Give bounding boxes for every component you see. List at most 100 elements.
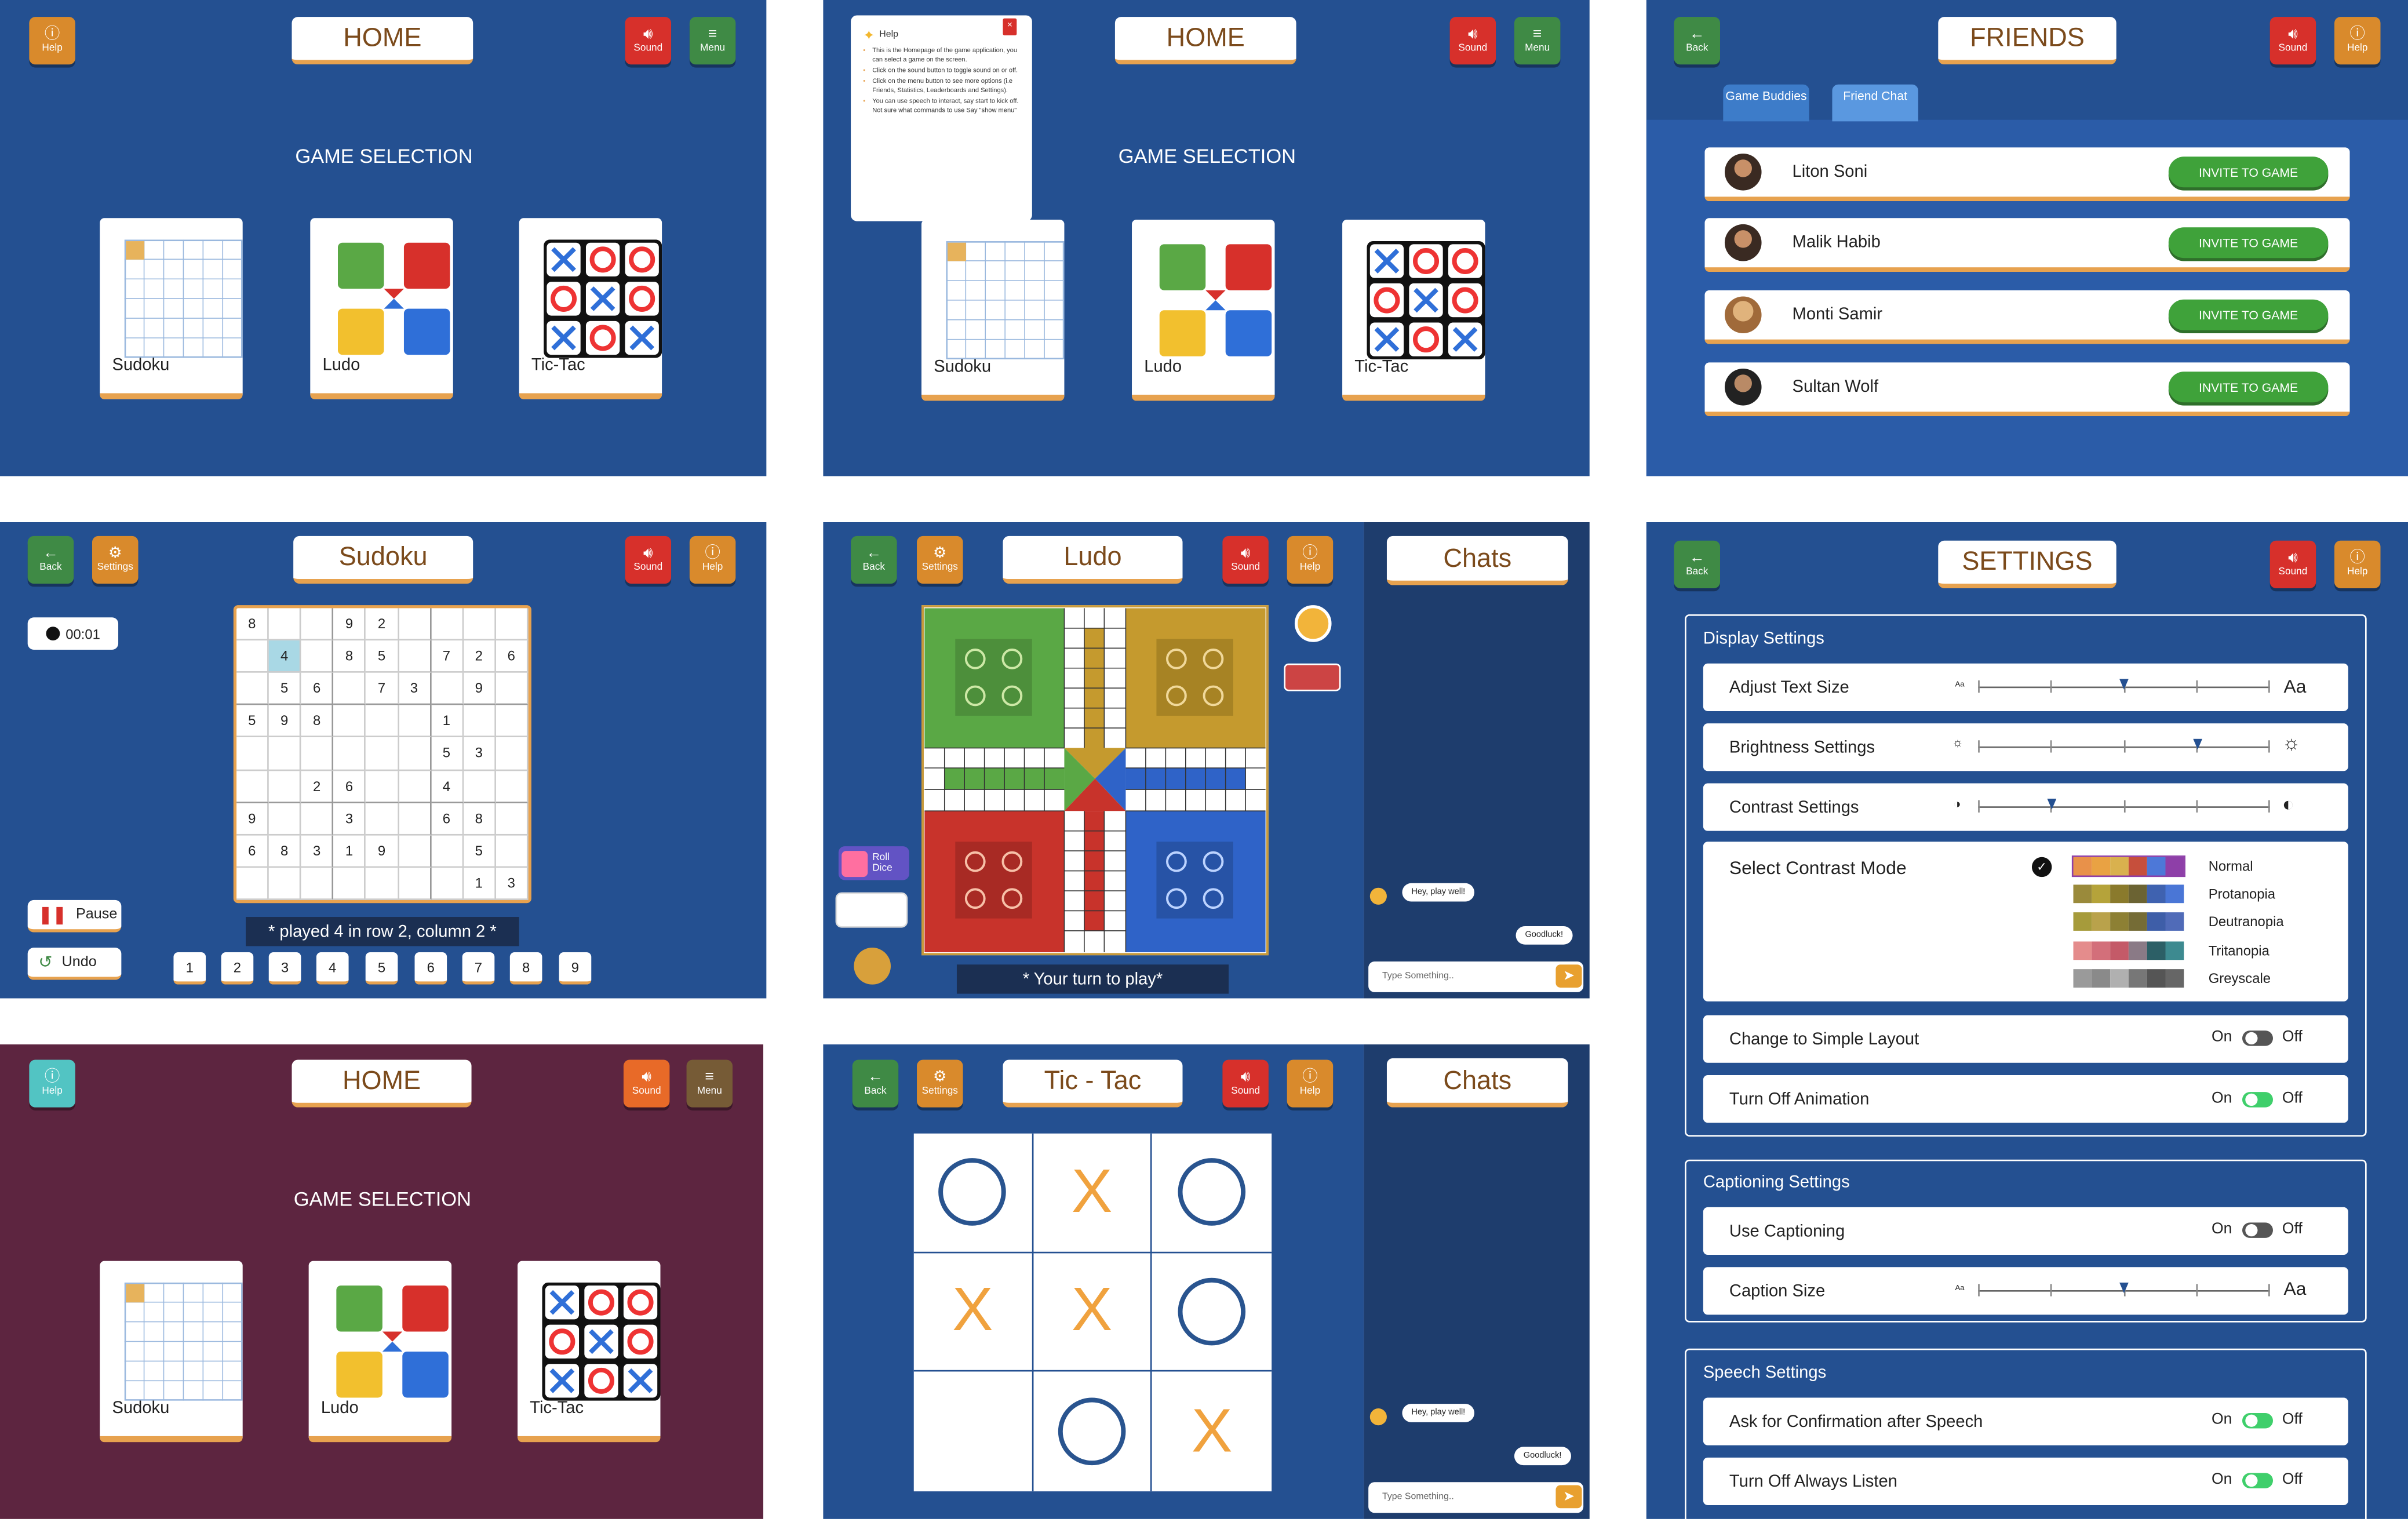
roll-dice-button[interactable]: Roll Dice bbox=[838, 846, 909, 880]
back-button[interactable]: ← Back bbox=[851, 536, 897, 584]
sudoku-cell[interactable]: 8 bbox=[301, 705, 334, 738]
menu-button[interactable]: ≡ Menu bbox=[689, 17, 736, 65]
invite-button[interactable]: INVITE TO GAME bbox=[2168, 372, 2329, 403]
sudoku-cell[interactable]: 7 bbox=[431, 640, 464, 673]
pause-button[interactable]: ❚❚ Pause bbox=[27, 900, 122, 933]
sudoku-cell[interactable]: 6 bbox=[431, 803, 464, 835]
tab-friend-chat[interactable]: Friend Chat bbox=[1832, 84, 1918, 122]
sudoku-cell[interactable] bbox=[366, 705, 399, 738]
sudoku-cell[interactable] bbox=[269, 770, 301, 803]
captioning-toggle[interactable] bbox=[2242, 1222, 2274, 1238]
sudoku-cell[interactable] bbox=[333, 673, 366, 706]
sudoku-cell[interactable] bbox=[398, 770, 431, 803]
sudoku-cell[interactable] bbox=[398, 867, 431, 900]
chat-input[interactable]: Type Something.. bbox=[1368, 961, 1584, 992]
sudoku-cell[interactable] bbox=[398, 803, 431, 835]
sudoku-cell[interactable] bbox=[269, 803, 301, 835]
brightness-slider[interactable] bbox=[1978, 738, 2270, 753]
caption-size-slider[interactable] bbox=[1978, 1282, 2270, 1297]
sudoku-cell[interactable] bbox=[496, 673, 529, 706]
sudoku-cell[interactable] bbox=[496, 835, 529, 868]
contrast-slider[interactable] bbox=[1978, 799, 2270, 813]
sudoku-cell[interactable]: 3 bbox=[496, 867, 529, 900]
tictac-cell[interactable]: X bbox=[1033, 1133, 1153, 1253]
sound-button[interactable]: 🔊︎ Sound bbox=[625, 17, 672, 65]
settings-button[interactable]: ⚙ Settings bbox=[92, 536, 139, 584]
sudoku-cell[interactable]: 7 bbox=[366, 673, 399, 706]
tictac-cell[interactable] bbox=[1152, 1252, 1272, 1372]
sudoku-cell[interactable] bbox=[301, 640, 334, 673]
sudoku-cell[interactable]: 6 bbox=[236, 835, 269, 868]
sudoku-cell[interactable]: 6 bbox=[333, 770, 366, 803]
sudoku-cell[interactable] bbox=[496, 770, 529, 803]
ludo-board[interactable] bbox=[921, 605, 1269, 956]
sudoku-cell[interactable] bbox=[301, 608, 334, 641]
tictac-cell[interactable]: X bbox=[1033, 1252, 1153, 1372]
number-key[interactable]: 4 bbox=[316, 952, 349, 985]
number-key[interactable]: 3 bbox=[268, 952, 301, 985]
sound-button[interactable]: 🔊︎ Sound bbox=[2269, 17, 2316, 65]
sudoku-cell[interactable] bbox=[269, 608, 301, 641]
sudoku-cell[interactable]: 8 bbox=[236, 608, 269, 641]
help-button[interactable]: ⓘ Help bbox=[29, 17, 75, 65]
tab-game-buddies[interactable]: Game Buddies bbox=[1723, 84, 1809, 122]
contrast-mode-option[interactable]: Protanopia bbox=[2209, 887, 2275, 902]
sudoku-cell[interactable] bbox=[333, 867, 366, 900]
sudoku-cell[interactable] bbox=[398, 608, 431, 641]
sudoku-cell[interactable]: 2 bbox=[463, 640, 496, 673]
sudoku-cell[interactable] bbox=[301, 738, 334, 771]
sudoku-cell[interactable]: 6 bbox=[301, 673, 334, 706]
sound-button[interactable]: 🔊︎ Sound bbox=[2269, 540, 2316, 588]
sudoku-cell[interactable]: 2 bbox=[301, 770, 334, 803]
send-icon[interactable]: ➤ bbox=[1555, 1485, 1582, 1509]
sound-button[interactable]: 🔊︎ Sound bbox=[1222, 1059, 1269, 1108]
sudoku-cell[interactable]: 1 bbox=[431, 705, 464, 738]
sound-button[interactable]: 🔊︎ Sound bbox=[623, 1059, 670, 1108]
sudoku-cell[interactable] bbox=[236, 867, 269, 900]
settings-button[interactable]: ⚙ Settings bbox=[917, 536, 963, 584]
game-card-tictac[interactable]: Tic-Tac bbox=[1342, 219, 1485, 401]
game-card-tictac[interactable]: Tic-Tac bbox=[518, 1261, 661, 1443]
back-button[interactable]: ← Back bbox=[1674, 17, 1720, 65]
sudoku-cell[interactable]: 9 bbox=[236, 803, 269, 835]
game-card-ludo[interactable]: Ludo bbox=[308, 1261, 452, 1443]
contrast-mode-option[interactable]: Greyscale bbox=[2209, 970, 2271, 986]
number-key[interactable]: 7 bbox=[462, 952, 495, 985]
back-button[interactable]: ← Back bbox=[1674, 540, 1720, 588]
always-listen-toggle[interactable] bbox=[2242, 1473, 2274, 1488]
tictac-cell[interactable] bbox=[913, 1133, 1033, 1253]
sudoku-cell[interactable]: 1 bbox=[463, 867, 496, 900]
sudoku-cell[interactable]: 5 bbox=[431, 738, 464, 771]
sudoku-cell[interactable]: 8 bbox=[463, 803, 496, 835]
tictac-cell[interactable]: X bbox=[913, 1252, 1033, 1372]
sudoku-cell[interactable]: 5 bbox=[463, 835, 496, 868]
sound-button[interactable]: 🔊︎ Sound bbox=[625, 536, 672, 584]
help-button[interactable]: ⓘ Help bbox=[2334, 540, 2381, 588]
sudoku-cell[interactable]: 6 bbox=[496, 640, 529, 673]
sudoku-cell[interactable]: 2 bbox=[366, 608, 399, 641]
sudoku-cell[interactable] bbox=[496, 803, 529, 835]
menu-button[interactable]: ≡ Menu bbox=[1514, 17, 1561, 65]
sudoku-cell[interactable] bbox=[301, 867, 334, 900]
back-button[interactable]: ← Back bbox=[27, 536, 74, 584]
contrast-mode-option[interactable]: Normal bbox=[2209, 858, 2253, 874]
sudoku-cell[interactable] bbox=[366, 803, 399, 835]
sudoku-cell[interactable] bbox=[398, 835, 431, 868]
tictac-cell[interactable]: X bbox=[1152, 1372, 1272, 1491]
sudoku-cell[interactable]: 8 bbox=[269, 835, 301, 868]
sudoku-cell[interactable]: 4 bbox=[269, 640, 301, 673]
sudoku-cell[interactable] bbox=[463, 770, 496, 803]
sudoku-cell[interactable]: 9 bbox=[366, 835, 399, 868]
sudoku-cell[interactable] bbox=[301, 803, 334, 835]
tictac-cell[interactable] bbox=[1152, 1134, 1272, 1253]
palette-swatch[interactable] bbox=[2071, 855, 2185, 877]
sudoku-cell[interactable] bbox=[236, 640, 269, 673]
game-card-ludo[interactable]: Ludo bbox=[310, 218, 453, 399]
tictac-cell[interactable] bbox=[914, 1372, 1033, 1492]
help-button[interactable]: ⓘ Help bbox=[1287, 1059, 1334, 1108]
sudoku-cell[interactable] bbox=[236, 770, 269, 803]
game-card-sudoku[interactable]: Sudoku bbox=[100, 218, 243, 399]
settings-button[interactable]: ⚙ Settings bbox=[917, 1059, 963, 1108]
palette-swatch[interactable] bbox=[2073, 941, 2184, 960]
sudoku-cell[interactable] bbox=[431, 835, 464, 868]
